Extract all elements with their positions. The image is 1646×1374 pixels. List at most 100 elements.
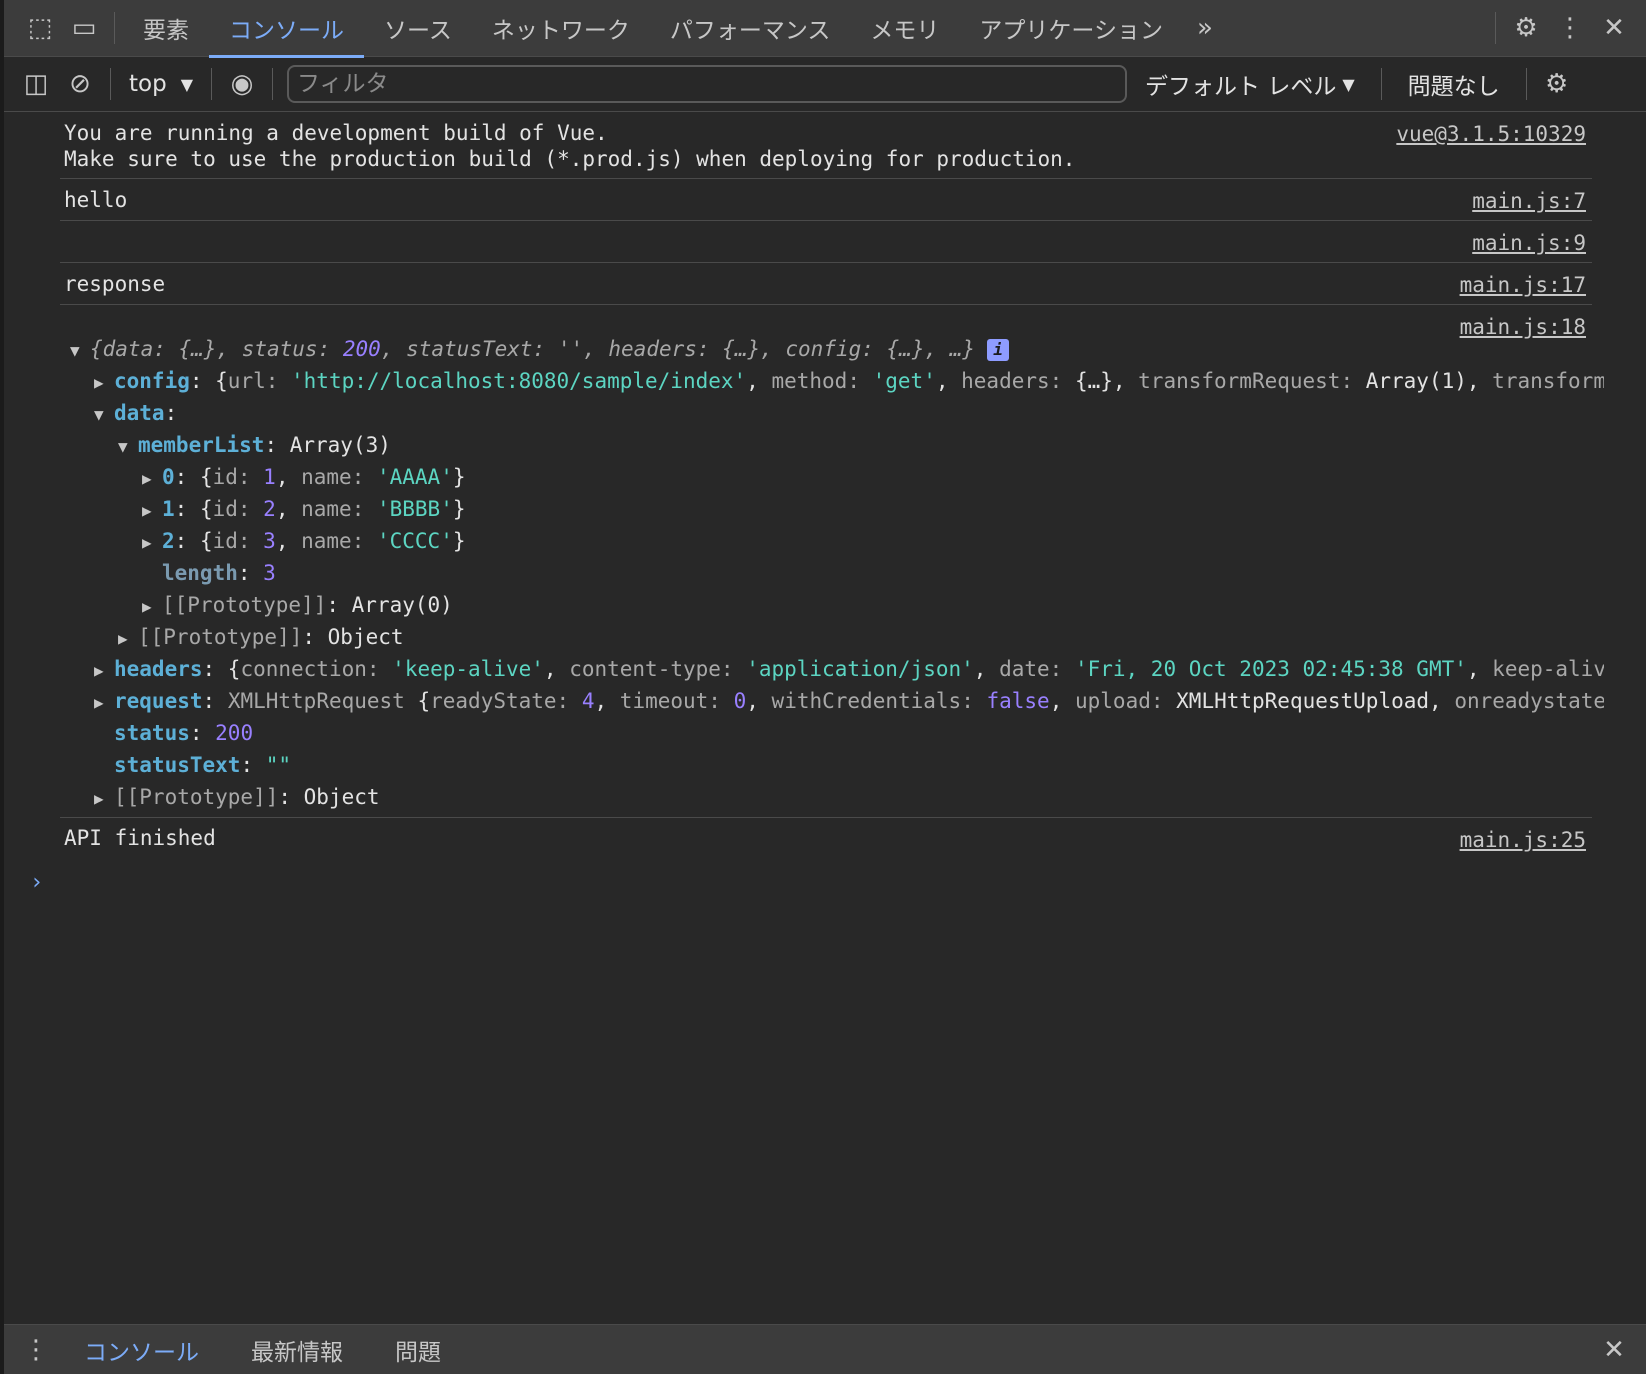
token: , bbox=[275, 497, 302, 521]
console-message-object: main.js:18 ▼ {data: {…}, status: 200, stat… bbox=[60, 305, 1604, 818]
context-selector[interactable]: top ▼ bbox=[119, 71, 203, 97]
tab-4[interactable]: パフォーマンス bbox=[650, 0, 851, 57]
token: memberList bbox=[138, 433, 265, 457]
tree-row[interactable]: ▶ [[Prototype]]: Array(0) bbox=[64, 589, 1604, 621]
collapsed-triangle-icon[interactable]: ▶ bbox=[94, 783, 114, 813]
collapsed-triangle-icon[interactable]: ▶ bbox=[142, 527, 162, 557]
token: 'Fri, 20 Oct 2023 02:45:38 GMT' bbox=[1074, 657, 1467, 681]
token: false bbox=[986, 689, 1050, 713]
source-link[interactable]: main.js:7 bbox=[1472, 189, 1586, 213]
token: } bbox=[452, 497, 466, 521]
token: XMLHttpRequest bbox=[227, 689, 418, 713]
info-icon[interactable]: i bbox=[987, 339, 1010, 361]
source-link[interactable]: main.js:25 bbox=[1460, 828, 1586, 852]
token: {…}, bbox=[1074, 369, 1139, 393]
token: url: bbox=[227, 369, 292, 393]
source-link[interactable]: main.js:17 bbox=[1460, 273, 1586, 297]
token: status bbox=[114, 721, 190, 745]
tree-row[interactable]: ▶ [[Prototype]]: Object bbox=[64, 621, 1604, 653]
token: : Object bbox=[302, 625, 404, 649]
close-icon[interactable]: ✕ bbox=[1592, 6, 1636, 50]
token: XMLHttpRequestUpload, bbox=[1176, 689, 1455, 713]
collapsed-triangle-icon[interactable]: ▶ bbox=[142, 463, 162, 493]
token: 200 bbox=[342, 337, 381, 361]
tree-row[interactable]: ▶ 0: {id: 1, name: 'AAAA'} bbox=[64, 461, 1604, 493]
token: , statusText: '', headers: {…}, config: … bbox=[380, 337, 976, 361]
issues-button[interactable]: 問題なし bbox=[1390, 67, 1518, 101]
token: date: bbox=[999, 657, 1075, 681]
tab-1[interactable]: コンソール bbox=[209, 0, 364, 58]
tab-6[interactable]: アプリケーション bbox=[959, 0, 1183, 57]
tree-row[interactable]: ▶ request: XMLHttpRequest {readyState: 4,… bbox=[64, 685, 1604, 717]
token: : Array(0) bbox=[326, 593, 453, 617]
divider bbox=[1495, 12, 1496, 44]
more-tabs-icon[interactable]: » bbox=[1183, 6, 1227, 50]
tree-row[interactable]: ▶ [[Prototype]]: Object bbox=[64, 781, 1604, 813]
token: : bbox=[202, 689, 228, 713]
tree-row[interactable]: ▶ config: {url: 'http://localhost:8080/sa… bbox=[64, 365, 1604, 397]
token: connection: bbox=[240, 657, 393, 681]
more-vert-icon[interactable]: ⋮ bbox=[1548, 6, 1592, 50]
bottom-drawer: ⋮ コンソール 最新情報 問題 ✕ bbox=[4, 1324, 1646, 1374]
source-link[interactable]: main.js:9 bbox=[1472, 231, 1586, 255]
token: 'application/json' bbox=[746, 657, 974, 681]
log-level-selector[interactable]: デフォルト レベル ▼ bbox=[1127, 67, 1373, 101]
console-settings-icon[interactable]: ⚙ bbox=[1535, 62, 1579, 106]
token: request bbox=[114, 689, 203, 713]
drawer-tab-1[interactable]: 最新情報 bbox=[225, 1333, 369, 1367]
token: , bbox=[746, 369, 772, 393]
console-prompt[interactable]: › bbox=[30, 870, 1646, 895]
token: 2 bbox=[162, 529, 175, 553]
tab-0[interactable]: 要素 bbox=[123, 0, 209, 57]
dropdown-arrow-icon: ▼ bbox=[180, 74, 194, 94]
collapsed-triangle-icon[interactable]: ▶ bbox=[94, 367, 114, 397]
clear-console-icon[interactable]: ⊘ bbox=[58, 62, 102, 106]
token: , bbox=[275, 465, 302, 489]
close-drawer-icon[interactable]: ✕ bbox=[1592, 1328, 1636, 1372]
divider bbox=[110, 68, 111, 100]
collapsed-triangle-icon[interactable]: ▶ bbox=[142, 495, 162, 525]
collapsed-triangle-icon[interactable]: ▶ bbox=[94, 655, 114, 685]
drawer-tab-0[interactable]: コンソール bbox=[58, 1333, 225, 1367]
settings-icon[interactable]: ⚙ bbox=[1504, 6, 1548, 50]
console-message: You are running a development build of V… bbox=[60, 112, 1592, 179]
dropdown-arrow-icon: ▼ bbox=[1342, 74, 1355, 94]
token: id: bbox=[212, 497, 264, 521]
token: } bbox=[452, 529, 466, 553]
token: length bbox=[162, 561, 238, 585]
token: 3 bbox=[263, 561, 276, 585]
expanded-triangle-icon[interactable]: ▼ bbox=[118, 431, 138, 461]
token: 3 bbox=[263, 529, 276, 553]
tab-3[interactable]: ネットワーク bbox=[472, 0, 650, 57]
tree-row[interactable]: ▶ headers: {connection: 'keep-alive', con… bbox=[64, 653, 1604, 685]
collapsed-triangle-icon[interactable]: ▶ bbox=[118, 623, 138, 653]
device-toggle-icon[interactable]: ▭ bbox=[62, 6, 106, 50]
drawer-tab-2[interactable]: 問題 bbox=[369, 1333, 467, 1367]
tree-row[interactable]: ▼ memberList: Array(3) bbox=[64, 429, 1604, 461]
tree-row[interactable]: ▼ data: bbox=[64, 397, 1604, 429]
tab-5[interactable]: メモリ bbox=[850, 0, 959, 57]
tree-row[interactable]: ▶ 1: {id: 2, name: 'BBBB'} bbox=[64, 493, 1604, 525]
token: , bbox=[1466, 657, 1493, 681]
inspect-icon[interactable]: ⬚ bbox=[18, 6, 62, 50]
collapsed-triangle-icon[interactable]: ▶ bbox=[142, 591, 162, 621]
drawer-menu-icon[interactable]: ⋮ bbox=[14, 1328, 58, 1372]
filter-input[interactable] bbox=[287, 65, 1128, 103]
expanded-triangle-icon[interactable]: ▼ bbox=[70, 335, 90, 365]
token: 0 bbox=[733, 689, 747, 713]
collapsed-triangle-icon[interactable]: ▶ bbox=[94, 687, 114, 717]
divider bbox=[1525, 68, 1527, 100]
live-expression-eye-icon[interactable]: ◉ bbox=[220, 62, 264, 106]
sidebar-toggle-icon[interactable]: ◫ bbox=[14, 62, 58, 106]
expanded-triangle-icon[interactable]: ▼ bbox=[94, 399, 114, 429]
token: Array(1), bbox=[1365, 369, 1493, 393]
tree-row[interactable]: ▶ 2: {id: 3, name: 'CCCC'} bbox=[64, 525, 1604, 557]
source-link[interactable]: vue@3.1.5:10329 bbox=[1396, 122, 1586, 146]
tab-2[interactable]: ソース bbox=[364, 0, 472, 57]
token: { bbox=[417, 689, 431, 713]
source-link[interactable]: main.js:18 bbox=[1460, 315, 1586, 339]
tree-row[interactable]: ▼ {data: {…}, status: 200, statusText: ''… bbox=[64, 333, 1604, 365]
token: : { bbox=[174, 529, 213, 553]
token: name: bbox=[301, 529, 377, 553]
message-text: hello bbox=[64, 188, 128, 212]
